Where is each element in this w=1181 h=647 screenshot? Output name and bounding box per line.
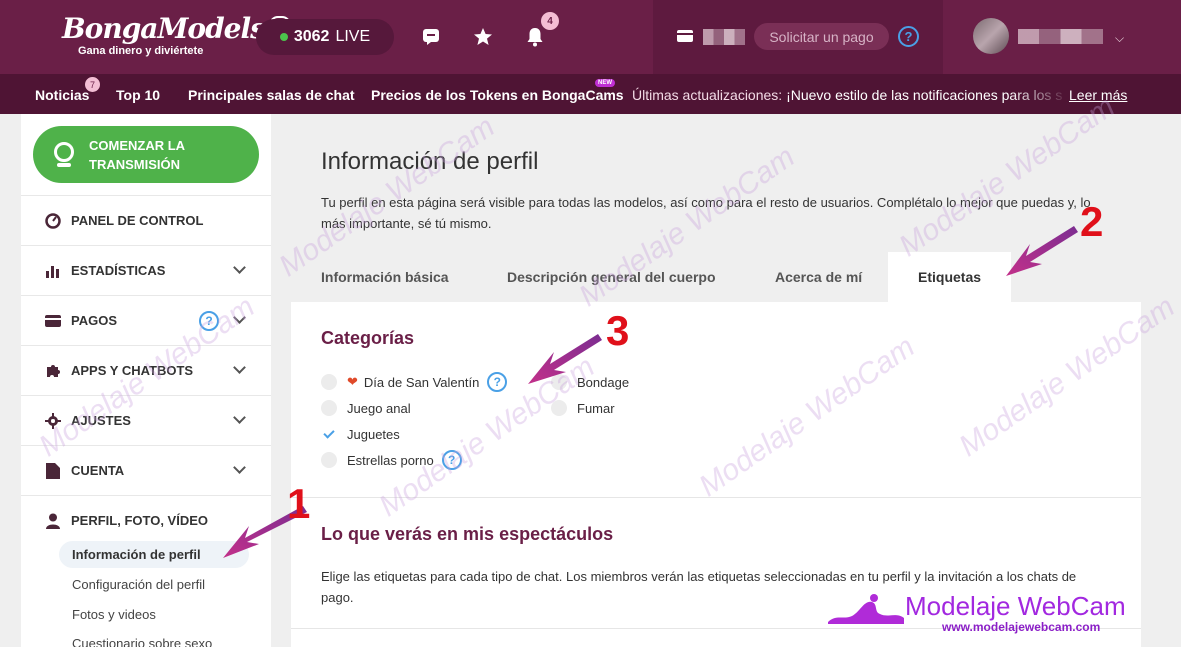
live-counter-button[interactable]: 3062 LIVE (256, 19, 394, 55)
help-icon[interactable]: ? (441, 450, 462, 470)
category-checkbox[interactable] (321, 400, 337, 416)
sidebar-item-label: PERFIL, FOTO, VÍDEO (71, 513, 208, 528)
category-pornstars[interactable]: Estrellas porno ? (321, 450, 462, 470)
live-dot-icon (279, 33, 288, 41)
help-icon[interactable]: ? (898, 26, 919, 47)
sidebar-item-apps[interactable]: APPS Y CHATBOTS (21, 345, 271, 395)
help-icon[interactable]: ? (199, 311, 219, 331)
bar-chart-icon (45, 263, 61, 279)
sidebar-item-label: CUENTA (71, 463, 125, 478)
heart-icon: ❤ (347, 374, 358, 389)
gear-icon (45, 412, 61, 429)
chevron-down-icon (233, 311, 246, 324)
watermark-title: Modelaje WebCam (905, 591, 1126, 621)
category-valentines[interactable]: ❤ Día de San Valentín ? (321, 372, 508, 392)
new-badge: NEW (595, 79, 615, 87)
sub-item-profile-settings[interactable]: Configuración del perfil (72, 577, 205, 592)
category-checkbox[interactable] (551, 400, 567, 416)
sub-item-sex-questionnaire[interactable]: Cuestionario sobre sexo (72, 636, 212, 647)
star-icon[interactable] (472, 26, 494, 48)
category-anal-play[interactable]: Juego anal (321, 400, 411, 416)
watermark-figure-icon (828, 594, 904, 624)
sidebar-item-label: AJUSTES (71, 413, 131, 428)
tab-tags[interactable]: Etiquetas (888, 252, 1012, 302)
webcam-icon (53, 141, 75, 168)
avatar[interactable] (973, 18, 1009, 54)
nav-item-top10[interactable]: Top 10 (116, 87, 160, 103)
credit-card-icon (677, 30, 693, 42)
logo-text: BongaModels (62, 12, 266, 45)
user-icon (45, 513, 61, 529)
chevron-down-icon (233, 461, 246, 474)
sub-item-photos-videos[interactable]: Fotos y videos (72, 607, 156, 622)
annotation-number-2: 2 (1080, 198, 1104, 245)
sidebar-item-payments[interactable]: PAGOS ? (21, 295, 271, 345)
messages-icon[interactable] (420, 26, 442, 48)
category-label: Día de San Valentín (363, 374, 480, 390)
read-more-link[interactable]: Leer más (1069, 87, 1127, 103)
sidebar-item-label: ESTADÍSTICAS (71, 263, 166, 278)
sidebar-item-account[interactable]: CUENTA (21, 445, 271, 495)
tab-body-overview[interactable]: Descripción general del cuerpo (507, 252, 716, 302)
live-count: 3062 (293, 28, 330, 45)
start-broadcast-button[interactable]: COMENZAR LA TRANSMISIÓN (33, 126, 259, 183)
puzzle-icon (45, 363, 61, 379)
categories-title: Categorías (321, 328, 415, 348)
chevron-down-icon (233, 361, 246, 374)
nav-item-noticias[interactable]: Noticias (35, 87, 89, 103)
sidebar-item-label: APPS Y CHATBOTS (71, 363, 194, 378)
help-icon[interactable]: ? (487, 372, 508, 392)
category-checkbox[interactable] (321, 452, 337, 468)
annotation-number-3: 3 (606, 307, 630, 354)
category-label: Estrellas porno (347, 452, 434, 468)
annotation-number-1: 1 (287, 480, 311, 527)
wallet-icon (45, 313, 61, 329)
sidebar-item-label: PAGOS (71, 313, 117, 328)
category-toys[interactable]: Juguetes (321, 426, 400, 442)
annotation-arrow-3 (528, 334, 602, 384)
category-label: Fumar (577, 400, 615, 416)
sidebar-item-stats[interactable]: ESTADÍSTICAS (21, 245, 271, 295)
chevron-down-icon (233, 411, 246, 424)
category-checkbox-checked[interactable] (321, 426, 337, 442)
tab-basic-info[interactable]: Información básica (321, 252, 449, 302)
main-content: Información de perfil Tu perfil en esta … (291, 114, 1141, 647)
main-nav: Noticias Top 10 Principales salas de cha… (0, 74, 1181, 114)
ticker-fade (1010, 74, 1070, 114)
chevron-down-icon[interactable]: ⌵ (1115, 31, 1124, 46)
gauge-icon (45, 212, 61, 229)
request-payment-button[interactable]: Solicitar un pago (754, 23, 889, 50)
category-label: Juguetes (347, 426, 400, 442)
news-badge: 7 (85, 77, 100, 92)
bell-icon[interactable] (524, 26, 546, 48)
annotation-arrow-2 (1006, 226, 1078, 276)
shows-title: Lo que verás en mis espectáculos (321, 524, 614, 544)
username-blurred (1018, 29, 1103, 44)
live-label: LIVE (335, 28, 371, 45)
nav-item-chat-rooms[interactable]: Principales salas de chat (188, 87, 355, 103)
nav-item-token-prices[interactable]: Precios de los Tokens en BongaCams (371, 87, 624, 103)
section-divider (291, 497, 1141, 498)
balance-blurred (703, 29, 745, 45)
chevron-down-icon (233, 261, 246, 274)
updates-ticker: Últimas actualizaciones: ¡Nuevo estilo d… (632, 87, 1064, 103)
sidebar-item-dashboard[interactable]: PANEL DE CONTROL (21, 195, 271, 245)
category-smoking[interactable]: Fumar (551, 400, 615, 416)
watermark-url: www.modelajewebcam.com (942, 620, 1101, 634)
category-label: Juego anal (347, 400, 411, 416)
sub-item-profile-info[interactable]: Información de perfil (72, 547, 201, 562)
category-checkbox[interactable] (321, 374, 337, 390)
page-description: Tu perfil en esta página será visible pa… (321, 195, 1091, 231)
sidebar-item-settings[interactable]: AJUSTES (21, 395, 271, 445)
start-broadcast-label: COMENZAR LA TRANSMISIÓN (89, 137, 185, 172)
sidebar-item-label: PANEL DE CONTROL (71, 213, 204, 228)
document-icon (45, 462, 61, 479)
notifications-badge: 4 (541, 12, 559, 30)
sidebar: COMENZAR LA TRANSMISIÓN PANEL DE CONTROL… (21, 114, 271, 647)
page-title: Información de perfil (321, 148, 539, 175)
ticker-label: Últimas actualizaciones: (632, 87, 783, 103)
tab-about-me[interactable]: Acerca de mí (775, 252, 862, 302)
